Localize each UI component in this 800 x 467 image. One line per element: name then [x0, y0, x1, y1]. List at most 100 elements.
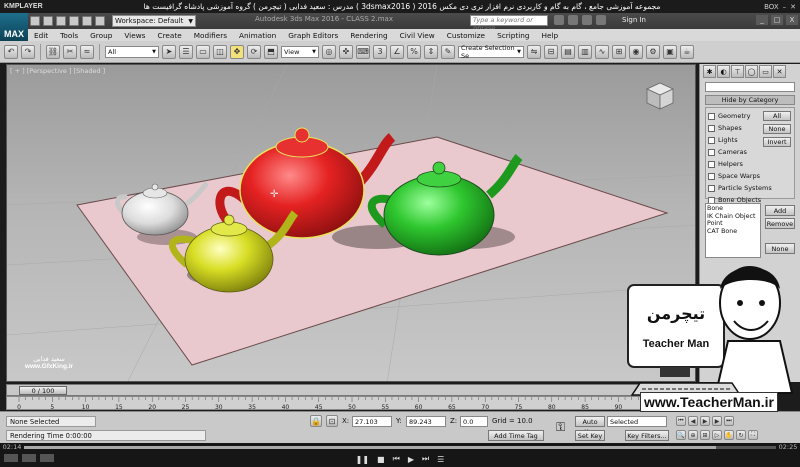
- menu-tools[interactable]: Tools: [54, 31, 84, 40]
- previous-icon[interactable]: ⏮: [393, 454, 400, 464]
- menu-graph-editors[interactable]: Graph Editors: [282, 31, 344, 40]
- viewport-label[interactable]: [ + ] [Perspective ] [Shaded ]: [10, 67, 105, 75]
- player-window-controls[interactable]: BOX – ✕: [744, 3, 800, 11]
- percent-snap-icon[interactable]: %: [407, 44, 421, 59]
- menu-rendering[interactable]: Rendering: [344, 31, 393, 40]
- z-coordinate-field[interactable]: 0.0: [460, 416, 488, 427]
- render-production-icon[interactable]: ☕: [680, 44, 694, 59]
- time-slider[interactable]: 0 / 100: [6, 384, 696, 396]
- remove-button[interactable]: Remove: [765, 218, 795, 229]
- select-object-icon[interactable]: ➤: [162, 44, 176, 59]
- material-editor-icon[interactable]: ◉: [629, 44, 643, 59]
- y-coordinate-field[interactable]: 89.243: [406, 416, 446, 427]
- window-crossing-icon[interactable]: ◫: [213, 44, 227, 59]
- graphite-ribbon-icon[interactable]: ▥: [578, 44, 592, 59]
- category-cameras[interactable]: Cameras: [708, 146, 792, 158]
- hierarchy-tab-icon[interactable]: ⊤: [731, 65, 744, 78]
- menu-create[interactable]: Create: [151, 31, 187, 40]
- absolute-mode-icon[interactable]: ⊡: [326, 415, 338, 427]
- x-coordinate-field[interactable]: 27.103: [352, 416, 392, 427]
- new-file-icon[interactable]: [30, 16, 40, 26]
- checkbox[interactable]: [708, 160, 715, 168]
- redo-button[interactable]: ↷: [21, 44, 35, 59]
- menu-civil-view[interactable]: Civil View: [394, 31, 441, 40]
- snaps-toggle-icon[interactable]: 3: [373, 44, 387, 59]
- curve-editor-icon[interactable]: ∿: [595, 44, 609, 59]
- menu-views[interactable]: Views: [118, 31, 151, 40]
- add-button[interactable]: Add: [765, 205, 795, 216]
- angle-snap-icon[interactable]: ∠: [390, 44, 404, 59]
- project-folder-icon[interactable]: [95, 16, 105, 26]
- orbit-icon[interactable]: ↻: [736, 430, 746, 440]
- filter-list[interactable]: Bone IK Chain Object Point CAT Bone: [705, 203, 761, 258]
- menu-edit[interactable]: Edit: [28, 31, 54, 40]
- category-space-warps[interactable]: Space Warps: [708, 170, 792, 182]
- player-minimize-icon[interactable]: –: [783, 3, 787, 11]
- perspective-viewport[interactable]: [ + ] [Perspective ] [Shaded ] ✛ سعید فد…: [6, 64, 696, 382]
- select-manipulate-icon[interactable]: ✜: [339, 44, 353, 59]
- zoom-extents-icon[interactable]: ⊞: [700, 430, 710, 440]
- viewcube-icon[interactable]: [643, 79, 677, 113]
- key-filters-button[interactable]: Key Filters...: [625, 430, 669, 441]
- search-icon[interactable]: [554, 15, 564, 25]
- none-list-button[interactable]: None: [765, 243, 795, 254]
- rendered-frame-window-icon[interactable]: ▣: [663, 44, 677, 59]
- field-of-view-icon[interactable]: ▷: [712, 430, 722, 440]
- play-icon[interactable]: ▶: [700, 416, 710, 426]
- go-to-start-icon[interactable]: ⏮: [676, 416, 686, 426]
- maximize-button[interactable]: □: [771, 15, 783, 25]
- list-item[interactable]: Bone: [707, 205, 759, 213]
- schematic-view-icon[interactable]: ⊞: [612, 44, 626, 59]
- create-tab-icon[interactable]: ✱: [703, 65, 716, 78]
- time-slider-handle[interactable]: 0 / 100: [19, 385, 67, 395]
- pan-icon[interactable]: ✋: [724, 430, 734, 440]
- mirror-icon[interactable]: ⇋: [527, 44, 541, 59]
- pivot-center-icon[interactable]: ◎: [322, 44, 336, 59]
- checkbox[interactable]: [708, 184, 715, 192]
- sign-in-link[interactable]: Sign In: [622, 16, 646, 24]
- category-helpers[interactable]: Helpers: [708, 158, 792, 170]
- go-to-end-icon[interactable]: ⏭: [724, 416, 734, 426]
- zoom-icon[interactable]: 🔍: [676, 430, 686, 440]
- align-icon[interactable]: ⊟: [544, 44, 558, 59]
- motion-tab-icon[interactable]: ◯: [745, 65, 758, 78]
- checkbox[interactable]: [708, 124, 715, 132]
- utilities-tab-icon[interactable]: ✕: [773, 65, 786, 78]
- favorites-icon[interactable]: [582, 15, 592, 25]
- trackbar[interactable]: 0510152025303540455055606570758085909510…: [6, 396, 696, 411]
- invert-button[interactable]: Invert: [763, 137, 791, 147]
- bind-space-warp-icon[interactable]: ≈: [80, 44, 94, 59]
- category-particle-systems[interactable]: Particle Systems: [708, 182, 792, 194]
- community-icon[interactable]: [568, 15, 578, 25]
- checkbox[interactable]: [708, 136, 715, 144]
- previous-frame-icon[interactable]: ◀: [688, 416, 698, 426]
- display-tab-icon[interactable]: ▭: [759, 65, 772, 78]
- menu-modifiers[interactable]: Modifiers: [188, 31, 233, 40]
- none-button[interactable]: None: [763, 124, 791, 134]
- key-mode-dropdown[interactable]: Selected: [607, 416, 667, 427]
- zoom-all-icon[interactable]: ⊕: [688, 430, 698, 440]
- lock-selection-icon[interactable]: 🔒: [310, 415, 322, 427]
- save-file-icon[interactable]: [56, 16, 66, 26]
- playlist-icon[interactable]: ☰: [437, 455, 444, 464]
- rollout-hide-by-category[interactable]: Hide by Category: [705, 95, 795, 105]
- redo-icon[interactable]: [82, 16, 92, 26]
- next-frame-icon[interactable]: ▶: [712, 416, 722, 426]
- close-button[interactable]: X: [786, 15, 798, 25]
- add-time-tag-button[interactable]: Add Time Tag: [488, 430, 544, 441]
- select-scale-icon[interactable]: ⬒: [264, 44, 278, 59]
- named-selection-set-dropdown[interactable]: Create Selection Se ▼: [458, 44, 524, 60]
- player-box-label[interactable]: BOX: [764, 3, 779, 11]
- set-key-button[interactable]: Set Key: [575, 430, 605, 441]
- checkbox[interactable]: [708, 172, 715, 180]
- spinner-snap-icon[interactable]: ⇕: [424, 44, 438, 59]
- seek-track[interactable]: [24, 445, 776, 449]
- undo-button[interactable]: ↶: [4, 44, 18, 59]
- player-close-icon[interactable]: ✕: [790, 3, 796, 11]
- pause-icon[interactable]: ❚❚: [356, 455, 369, 464]
- minimize-button[interactable]: _: [756, 15, 768, 25]
- stop-icon[interactable]: ■: [377, 455, 385, 464]
- menu-customize[interactable]: Customize: [441, 31, 491, 40]
- reference-coordinate-dropdown[interactable]: View ▼: [281, 45, 319, 58]
- list-item[interactable]: CAT Bone: [707, 228, 759, 236]
